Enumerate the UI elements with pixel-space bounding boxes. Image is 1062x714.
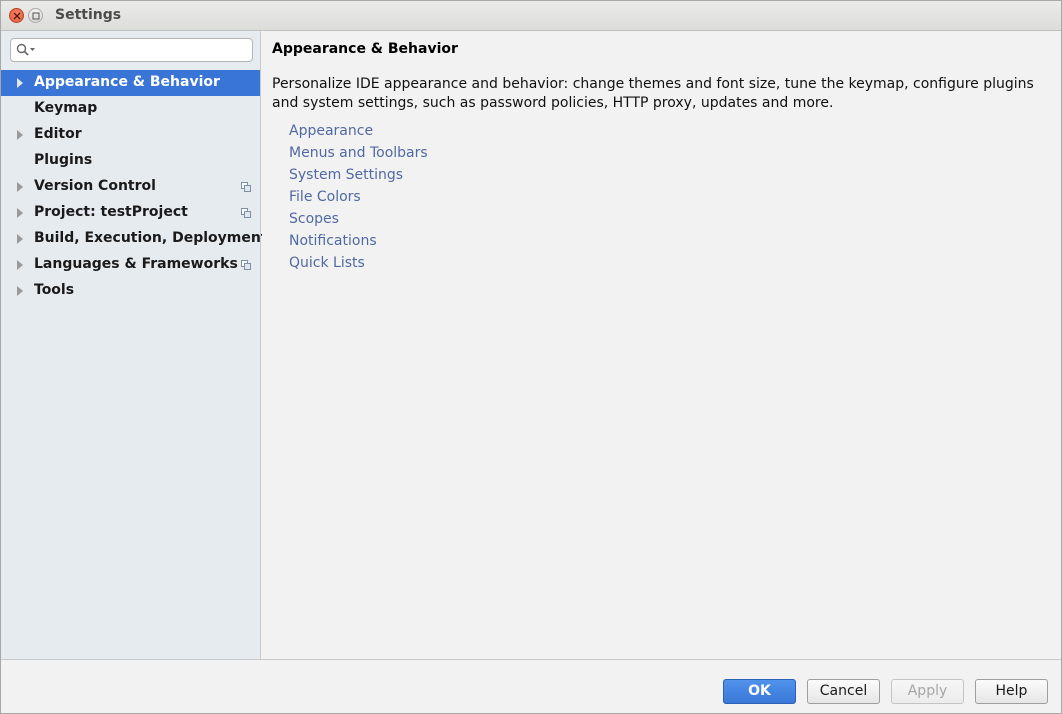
title-bar: Settings (1, 1, 1061, 31)
project-scope-icon (241, 260, 251, 270)
expand-arrow-icon[interactable] (17, 130, 23, 140)
search-input[interactable] (41, 41, 246, 59)
sidebar-item-appearance-behavior[interactable]: Appearance & Behavior (1, 70, 260, 96)
window-title: Settings (55, 7, 122, 23)
link-notifications[interactable]: Notifications (289, 232, 428, 254)
dialog-button-bar: OK Cancel Apply Help (1, 659, 1061, 713)
subsection-links: Appearance Menus and Toolbars System Setti… (289, 122, 428, 276)
sidebar-item-project-testproject[interactable]: Project: testProject (1, 200, 260, 226)
cancel-button[interactable]: Cancel (807, 679, 880, 704)
apply-button[interactable]: Apply (891, 679, 964, 704)
sidebar-item-editor[interactable]: Editor (1, 122, 260, 148)
close-icon (13, 12, 21, 20)
expand-arrow-icon[interactable] (17, 78, 23, 88)
sidebar-item-version-control[interactable]: Version Control (1, 174, 260, 200)
search-icon[interactable] (16, 43, 36, 57)
sidebar-item-label: Languages & Frameworks (34, 256, 238, 272)
maximize-button[interactable] (28, 8, 43, 23)
sidebar-item-label: Build, Execution, Deployment (34, 230, 268, 246)
link-quick-lists[interactable]: Quick Lists (289, 254, 428, 276)
search-field[interactable] (10, 38, 253, 62)
sidebar-item-label: Keymap (34, 100, 98, 116)
settings-content: Appearance & Behavior Personalize IDE ap… (262, 31, 1061, 659)
sidebar-item-label: Tools (34, 282, 75, 298)
sidebar-item-label: Editor (34, 126, 82, 142)
link-appearance[interactable]: Appearance (289, 122, 428, 144)
expand-arrow-icon[interactable] (17, 286, 23, 296)
sidebar-item-languages-frameworks[interactable]: Languages & Frameworks (1, 252, 260, 278)
maximize-icon (32, 12, 40, 20)
link-scopes[interactable]: Scopes (289, 210, 428, 232)
expand-arrow-icon[interactable] (17, 260, 23, 270)
project-scope-icon (241, 182, 251, 192)
close-button[interactable] (9, 8, 24, 23)
sidebar-item-build-execution-deployment[interactable]: Build, Execution, Deployment (1, 226, 268, 252)
link-menus-and-toolbars[interactable]: Menus and Toolbars (289, 144, 428, 166)
expand-arrow-icon[interactable] (17, 208, 23, 218)
sidebar-item-label: Project: testProject (34, 204, 188, 220)
page-description: Personalize IDE appearance and behavior:… (272, 76, 1034, 111)
sidebar-item-label: Version Control (34, 178, 156, 194)
link-system-settings[interactable]: System Settings (289, 166, 428, 188)
expand-arrow-icon[interactable] (17, 182, 23, 192)
settings-window: Settings Appearance & Behavior Keymap Edit… (0, 0, 1062, 714)
sidebar-item-label: Appearance & Behavior (34, 74, 220, 90)
link-file-colors[interactable]: File Colors (289, 188, 428, 210)
project-scope-icon (241, 208, 251, 218)
sidebar-item-keymap[interactable]: Keymap (1, 96, 260, 122)
sidebar-item-label: Plugins (34, 152, 93, 168)
sidebar-item-tools[interactable]: Tools (1, 278, 260, 304)
help-button[interactable]: Help (975, 679, 1048, 704)
expand-arrow-icon[interactable] (17, 234, 23, 244)
page-title: Appearance & Behavior (272, 41, 458, 57)
settings-sidebar: Appearance & Behavior Keymap Editor Plugins… (1, 31, 268, 659)
settings-tree: Appearance & Behavior Keymap Editor Plugins… (1, 70, 268, 304)
ok-button[interactable]: OK (723, 679, 796, 704)
sidebar-item-plugins[interactable]: Plugins (1, 148, 260, 174)
